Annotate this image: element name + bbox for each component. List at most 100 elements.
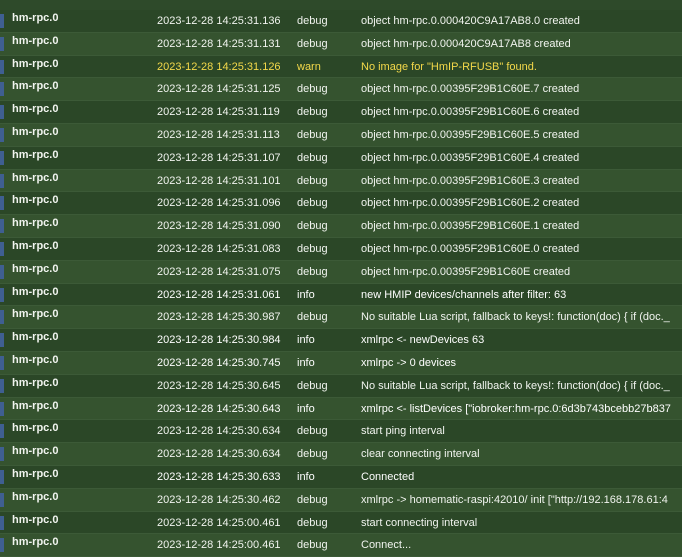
- row-marker: [0, 36, 4, 51]
- log-source: hm-rpc.0: [12, 148, 59, 161]
- log-source: hm-rpc.0: [12, 285, 59, 298]
- row-marker: [0, 515, 4, 530]
- row-marker: [0, 378, 4, 393]
- log-row[interactable]: hm-rpc.0 2023-12-28 14:25:31.061 info new H…: [0, 283, 682, 307]
- log-timestamp: 2023-12-28 14:25:30.634: [157, 425, 281, 438]
- log-message: object hm-rpc.0.00395F29B1C60E.3 created: [361, 174, 580, 187]
- log-source: hm-rpc.0: [12, 239, 59, 252]
- log-level: debug: [297, 106, 328, 119]
- row-marker: [0, 401, 4, 416]
- row-marker: [0, 287, 4, 302]
- log-level: debug: [297, 83, 328, 96]
- row-marker: [0, 173, 4, 188]
- log-timestamp: 2023-12-28 14:25:00.461: [157, 539, 281, 552]
- log-message: No suitable Lua script, fallback to keys…: [361, 311, 670, 324]
- log-level: info: [297, 470, 315, 483]
- log-level: debug: [297, 311, 328, 324]
- log-row[interactable]: hm-rpc.0 2023-12-28 14:25:31.113 debug obje…: [0, 123, 682, 147]
- log-row[interactable]: hm-rpc.0 2023-12-28 14:25:31.136 debug obje…: [0, 10, 682, 33]
- log-timestamp: 2023-12-28 14:25:00.461: [157, 516, 281, 529]
- log-row[interactable]: hm-rpc.0 2023-12-28 14:25:30.984 info xmlrp…: [0, 329, 682, 352]
- log-source: hm-rpc.0: [12, 57, 59, 70]
- log-timestamp: 2023-12-28 14:25:30.645: [157, 379, 281, 392]
- row-marker: [0, 59, 4, 74]
- log-message: xmlrpc <- listDevices ["iobroker:hm-rpc.…: [361, 402, 671, 415]
- log-source: hm-rpc.0: [12, 308, 59, 321]
- log-row[interactable]: hm-rpc.0 2023-12-28 14:25:00.461 debug Conn…: [0, 534, 682, 557]
- log-row[interactable]: hm-rpc.0 2023-12-28 14:25:30.745 info xmlrp…: [0, 351, 682, 375]
- log-level: debug: [297, 220, 328, 233]
- log-row[interactable]: hm-rpc.0 2023-12-28 14:25:30.634 debug star…: [0, 420, 682, 444]
- log-row[interactable]: hm-rpc.0 2023-12-28 14:25:30.643 info xmlrp…: [0, 397, 682, 421]
- log-level: debug: [297, 197, 328, 210]
- log-timestamp: 2023-12-28 14:25:31.107: [157, 151, 281, 164]
- log-timestamp: 2023-12-28 14:25:31.096: [157, 197, 281, 210]
- log-row[interactable]: hm-rpc.0 2023-12-28 14:25:30.462 debug xmlr…: [0, 488, 682, 512]
- log-row[interactable]: hm-rpc.0 2023-12-28 14:25:31.101 debug obje…: [0, 169, 682, 193]
- log-message: start connecting interval: [361, 516, 478, 529]
- log-timestamp: 2023-12-28 14:25:31.061: [157, 288, 281, 301]
- log-source: hm-rpc.0: [12, 34, 59, 47]
- log-timestamp: 2023-12-28 14:25:31.119: [157, 106, 280, 119]
- log-level: debug: [297, 15, 328, 27]
- row-marker: [0, 469, 4, 484]
- log-row[interactable]: hm-rpc.0 2023-12-28 14:25:31.119 debug obje…: [0, 101, 682, 124]
- log-timestamp: 2023-12-28 14:25:30.634: [157, 448, 281, 461]
- log-source: hm-rpc.0: [12, 467, 59, 480]
- log-timestamp: 2023-12-28 14:25:31.136: [157, 15, 281, 27]
- log-timestamp: 2023-12-28 14:25:31.113: [157, 128, 280, 141]
- row-marker: [0, 355, 4, 370]
- log-source: hm-rpc.0: [12, 217, 59, 230]
- log-source: hm-rpc.0: [12, 399, 59, 412]
- log-source: hm-rpc.0: [12, 12, 59, 24]
- log-source: hm-rpc.0: [12, 422, 59, 435]
- log-message: object hm-rpc.0.00395F29B1C60E.0 created: [361, 242, 580, 255]
- log-level: debug: [297, 448, 328, 461]
- log-level: debug: [297, 174, 328, 187]
- log-row[interactable]: hm-rpc.0 2023-12-28 14:25:30.633 info Conne…: [0, 465, 682, 489]
- log-row[interactable]: hm-rpc.0 2023-12-28 14:25:30.634 debug clea…: [0, 443, 682, 466]
- log-row[interactable]: hm-rpc.0 2023-12-28 14:25:00.461 debug star…: [0, 511, 682, 535]
- row-marker: [0, 447, 4, 462]
- log-timestamp: 2023-12-28 14:25:31.083: [157, 242, 281, 255]
- log-row[interactable]: hm-rpc.0 2023-12-28 14:25:31.096 debug obje…: [0, 192, 682, 216]
- log-row[interactable]: hm-rpc.0 2023-12-28 14:25:31.126 warn No im…: [0, 55, 682, 79]
- log-source: hm-rpc.0: [12, 103, 59, 116]
- log-row[interactable]: hm-rpc.0 2023-12-28 14:25:30.987 debug No s…: [0, 306, 682, 330]
- log-source: hm-rpc.0: [12, 331, 59, 344]
- log-row[interactable]: hm-rpc.0 2023-12-28 14:25:31.131 debug obje…: [0, 32, 682, 56]
- log-row[interactable]: hm-rpc.0 2023-12-28 14:25:31.107 debug obje…: [0, 146, 682, 170]
- row-marker: [0, 264, 4, 279]
- log-source: hm-rpc.0: [12, 194, 59, 207]
- log-row[interactable]: hm-rpc.0 2023-12-28 14:25:31.075 debug obje…: [0, 260, 682, 284]
- log-level: debug: [297, 128, 328, 141]
- log-message: clear connecting interval: [361, 448, 480, 461]
- row-marker: [0, 492, 4, 507]
- log-message: object hm-rpc.0.00395F29B1C60E.6 created: [361, 106, 580, 119]
- log-level: debug: [297, 493, 328, 506]
- log-message: start ping interval: [361, 425, 445, 438]
- log-row[interactable]: hm-rpc.0 2023-12-28 14:25:31.125 debug obje…: [0, 78, 682, 102]
- log-row[interactable]: hm-rpc.0 2023-12-28 14:25:31.090 debug obje…: [0, 215, 682, 238]
- row-marker: [0, 196, 4, 211]
- log-source: hm-rpc.0: [12, 490, 59, 503]
- log-row[interactable]: hm-rpc.0 2023-12-28 14:25:31.083 debug obje…: [0, 237, 682, 261]
- log-row[interactable]: hm-rpc.0 2023-12-28 14:25:30.645 debug No s…: [0, 374, 682, 398]
- log-source: hm-rpc.0: [12, 536, 59, 549]
- log-timestamp: 2023-12-28 14:25:31.126: [157, 60, 281, 73]
- log-timestamp: 2023-12-28 14:25:30.643: [157, 402, 281, 415]
- log-level: debug: [297, 151, 328, 164]
- log-timestamp: 2023-12-28 14:25:30.987: [157, 311, 281, 324]
- log-message: No suitable Lua script, fallback to keys…: [361, 379, 670, 392]
- row-marker: [0, 333, 4, 348]
- log-table: hm-rpc.0 2023-12-28 14:25:31.136 debug obje…: [0, 10, 682, 557]
- log-level: info: [297, 334, 315, 347]
- log-level: debug: [297, 539, 328, 552]
- log-level: debug: [297, 242, 328, 255]
- log-level: info: [297, 402, 315, 415]
- row-marker: [0, 14, 4, 28]
- log-message: object hm-rpc.0.00395F29B1C60E.5 created: [361, 128, 580, 141]
- log-source: hm-rpc.0: [12, 171, 59, 184]
- log-message: new HMIP devices/channels after filter: …: [361, 288, 567, 301]
- log-level: debug: [297, 516, 328, 529]
